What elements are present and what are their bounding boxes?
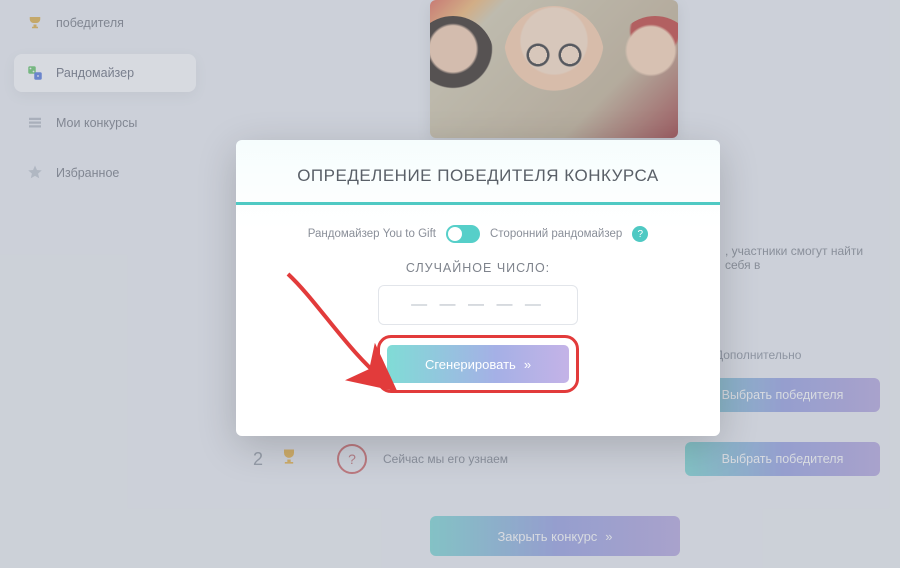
random-number-field[interactable]: — — — — — — [378, 285, 578, 325]
generate-button-label: Сгенерировать — [425, 357, 516, 372]
option-external-label: Сторонний рандомайзер — [490, 228, 622, 240]
random-number-label: СЛУЧАЙНОЕ ЧИСЛО: — [236, 261, 720, 275]
help-icon[interactable]: ? — [632, 226, 648, 242]
option-youtogift-label: Рандомайзер You to Gift — [308, 228, 436, 240]
chevrons-icon: » — [524, 357, 531, 372]
generate-button-highlight: Сгенерировать » — [383, 341, 573, 387]
generate-button[interactable]: Сгенерировать » — [387, 345, 569, 383]
modal-divider — [236, 202, 720, 205]
randomizer-toggle-row: Рандомайзер You to Gift Сторонний рандом… — [236, 225, 720, 243]
randomizer-toggle[interactable] — [446, 225, 480, 243]
winner-modal: ОПРЕДЕЛЕНИЕ ПОБЕДИТЕЛЯ КОНКУРСА Рандомай… — [236, 140, 720, 436]
modal-title: ОПРЕДЕЛЕНИЕ ПОБЕДИТЕЛЯ КОНКУРСА — [236, 140, 720, 202]
